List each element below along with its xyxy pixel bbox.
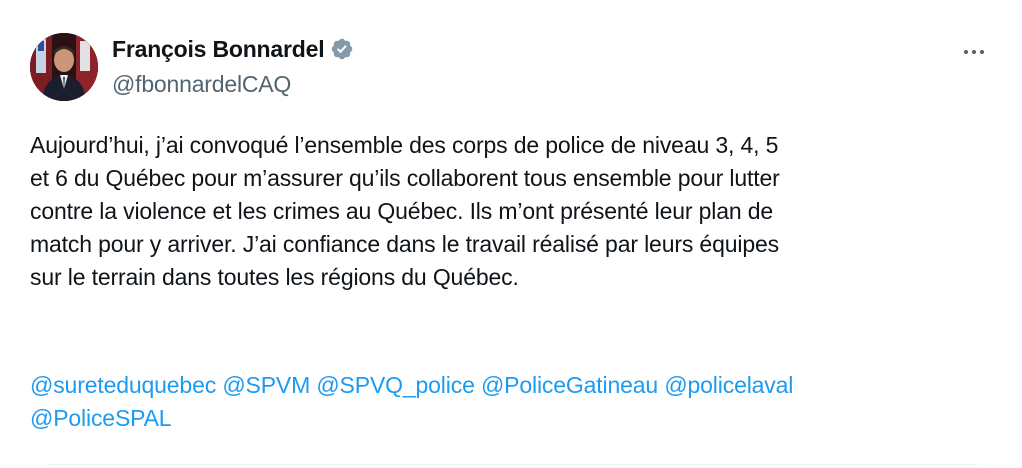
more-dot [964,50,968,54]
mention-link[interactable]: @PoliceGatineau [481,372,658,398]
mentions-block: @sureteduquebec @SPVM @SPVQ_police @Poli… [30,369,995,435]
tweet-text: Aujourd’hui, j’ai convoqué l’ensemble de… [30,129,995,294]
mentions-row: @PoliceSPAL [30,402,995,435]
mention-link[interactable]: @PoliceSPAL [30,405,172,431]
tweet-text-line: sur le terrain dans toutes les régions d… [30,264,519,290]
mentions-row: @sureteduquebec @SPVM @SPVQ_police @Poli… [30,369,995,402]
author-handle[interactable]: @fbonnardelCAQ [112,70,291,98]
tweet-text-line: match pour y arriver. J’ai confiance dan… [30,231,779,257]
more-dot [980,50,984,54]
divider [48,464,978,465]
avatar-image [30,33,98,101]
more-dot [972,50,976,54]
mention-link[interactable]: @policelaval [664,372,793,398]
mention-link[interactable]: @SPVQ_police [316,372,475,398]
mention-link[interactable]: @SPVM [222,372,310,398]
more-horizontal-icon[interactable] [956,38,992,66]
tweet-text-line: contre la violence et les crimes au Québ… [30,198,774,224]
tweet-card: François Bonnardel @fbonnardelCAQ Aujour… [0,0,1022,468]
tweet-text-line: et 6 du Québec pour m’assurer qu’ils col… [30,165,780,191]
author-display-name[interactable]: François Bonnardel [112,35,325,63]
tweet-text-line: Aujourd’hui, j’ai convoqué l’ensemble de… [30,132,779,158]
verified-badge-icon[interactable] [330,37,354,61]
mention-link[interactable]: @sureteduquebec [30,372,216,398]
avatar[interactable] [30,33,98,101]
author-name-row: François Bonnardel [112,35,354,63]
